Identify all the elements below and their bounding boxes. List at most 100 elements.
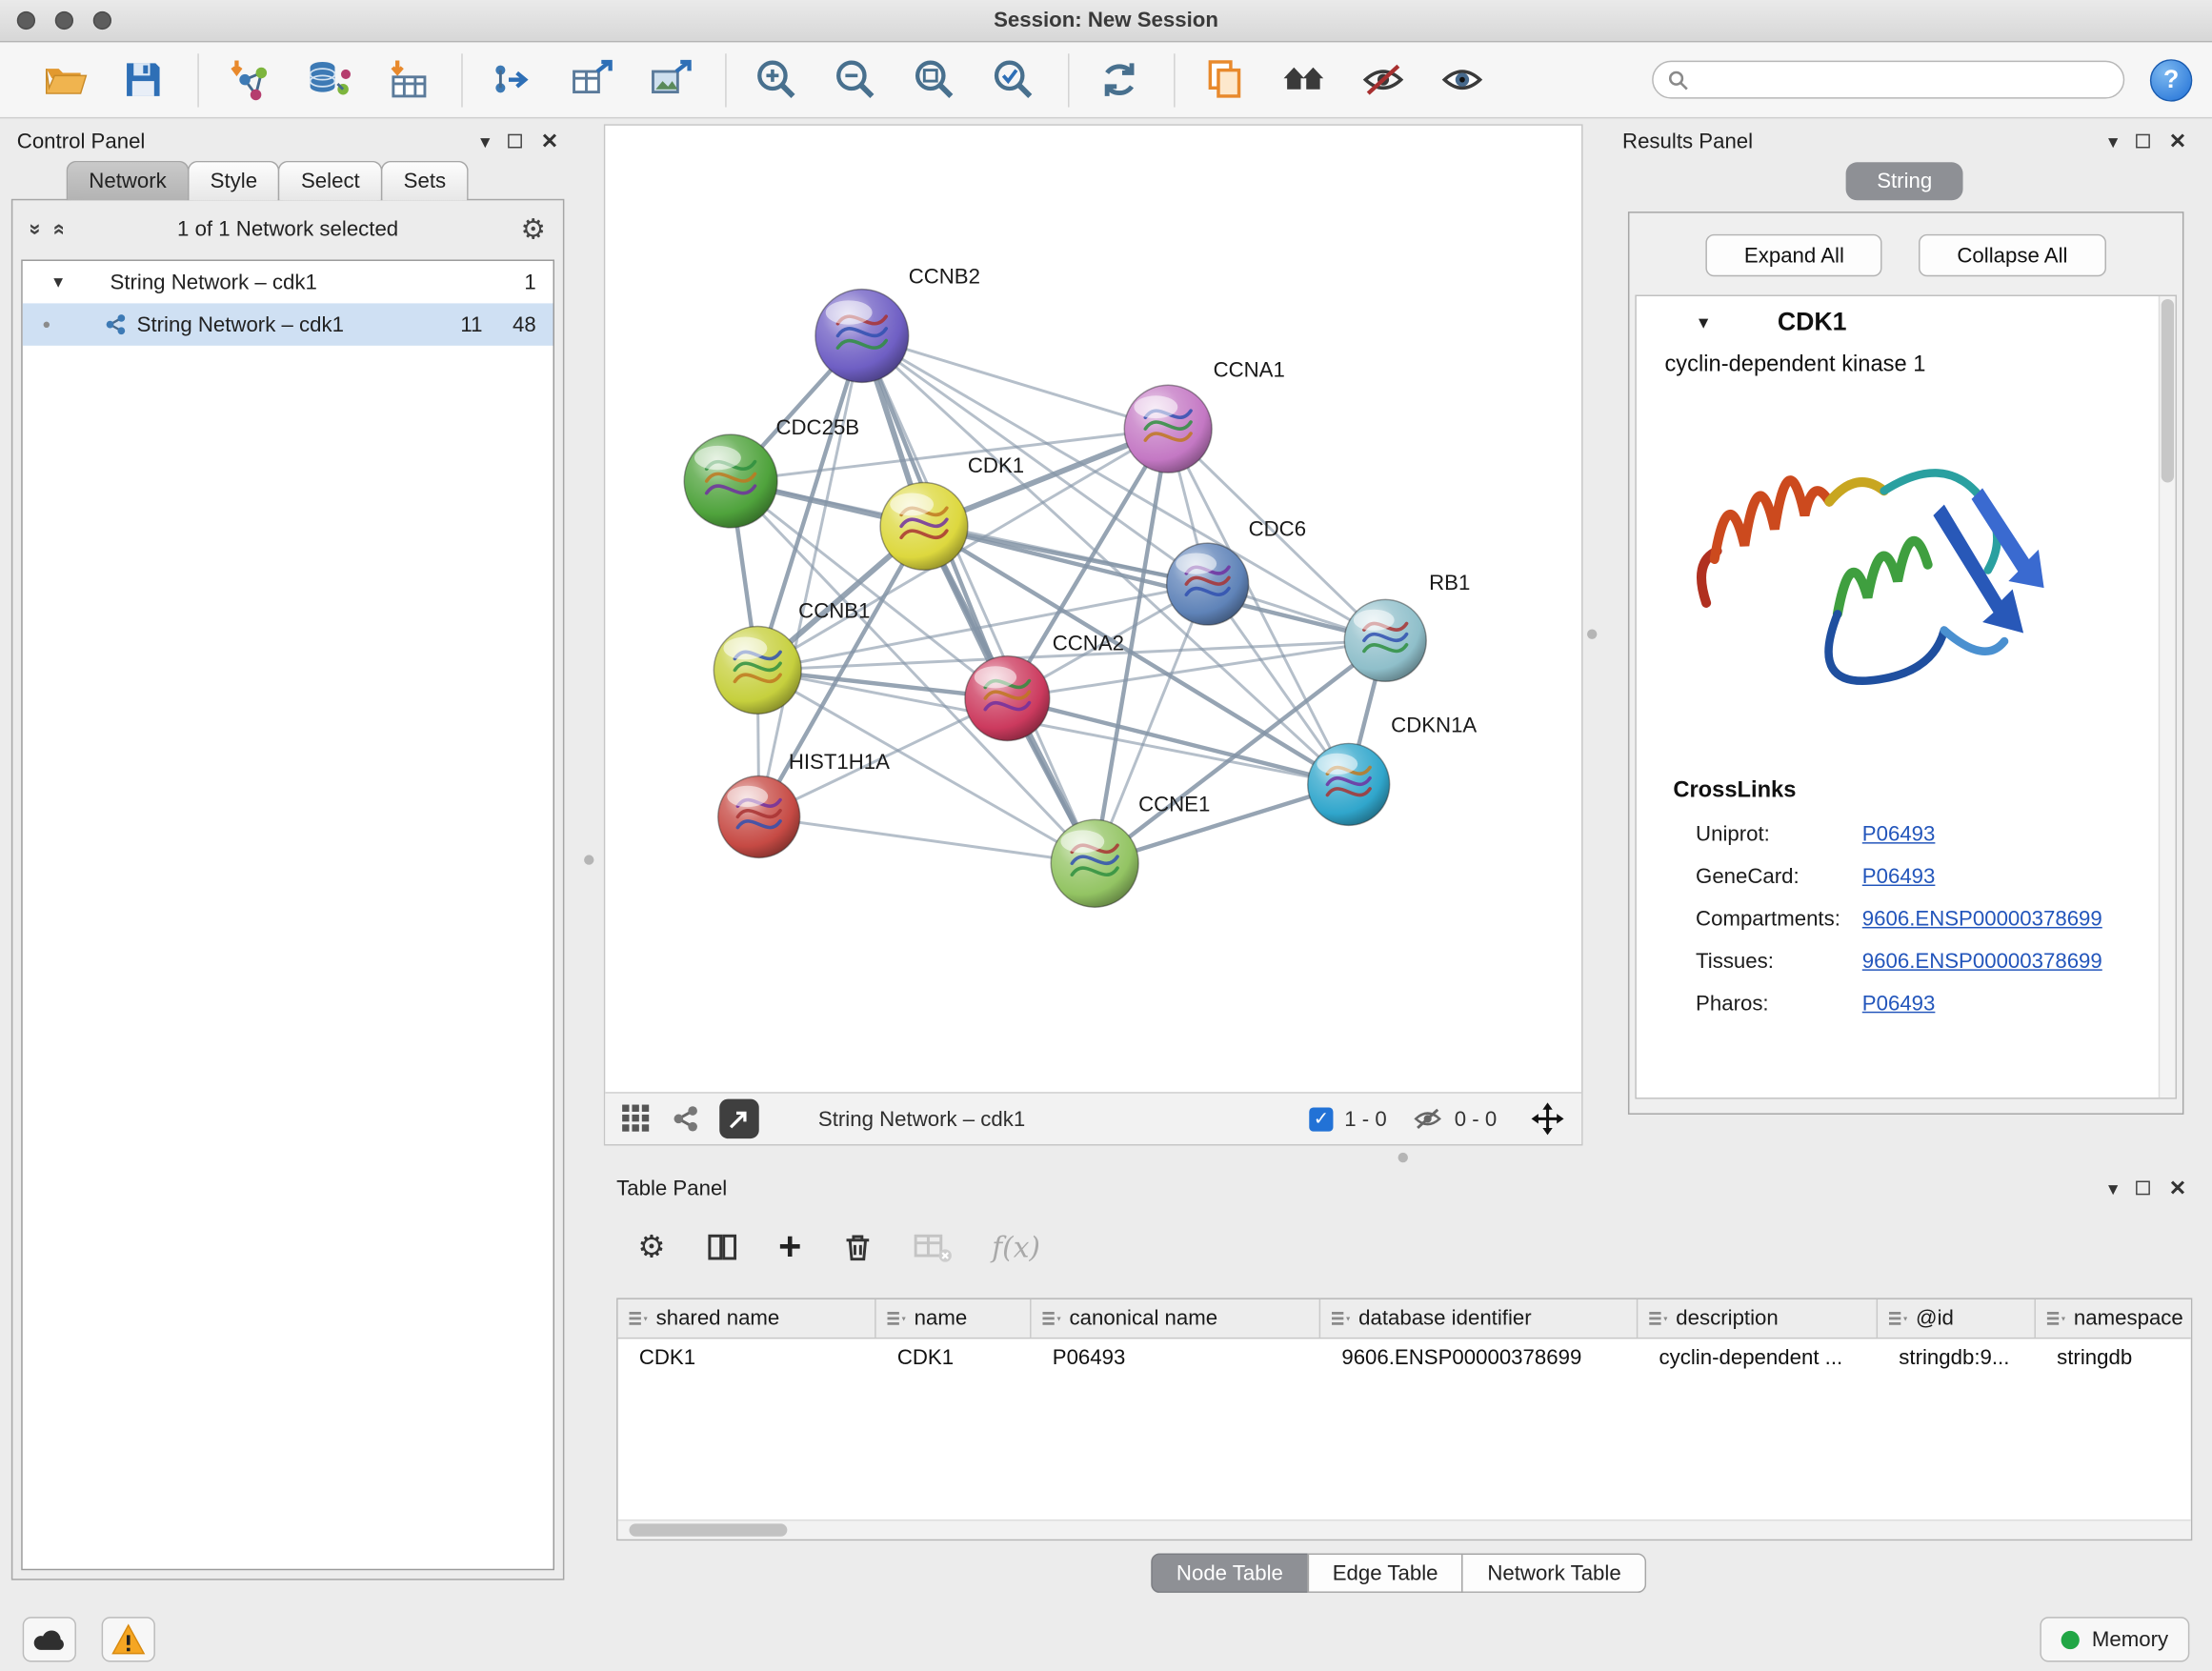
- tab-style[interactable]: Style: [188, 161, 280, 200]
- network-view[interactable]: CCNB2CCNA1CDC25BCDK1CDC6RB1CCNB1CCNA2CDK…: [604, 124, 1583, 1145]
- tab-network-table[interactable]: Network Table: [1462, 1553, 1647, 1592]
- cell-canonical-name[interactable]: P06493: [1032, 1339, 1321, 1378]
- crosslink-link[interactable]: P06493: [1862, 992, 1936, 1016]
- cell-description[interactable]: cyclin-dependent ...: [1638, 1339, 1878, 1378]
- gene-collapse-icon[interactable]: ▾: [1699, 310, 1708, 333]
- table-horizontal-scrollbar[interactable]: [618, 1520, 2191, 1540]
- cell-namespace[interactable]: stringdb: [2036, 1339, 2192, 1378]
- tab-sets[interactable]: Sets: [381, 161, 469, 200]
- zoom-out-icon[interactable]: [828, 53, 881, 107]
- help-icon[interactable]: ?: [2150, 58, 2192, 100]
- horizontal-splitter-handle[interactable]: [1398, 1153, 1408, 1162]
- save-session-icon[interactable]: [115, 53, 169, 107]
- network-node-CCNB1[interactable]: CCNB1: [714, 599, 870, 715]
- cell-database-identifier[interactable]: 9606.ENSP00000378699: [1320, 1339, 1638, 1378]
- pan-mode-icon[interactable]: [1531, 1102, 1565, 1137]
- column-header-shared-name[interactable]: shared name: [618, 1299, 876, 1338]
- export-network-icon[interactable]: [485, 53, 538, 107]
- table-panel-float-icon[interactable]: [2137, 1181, 2151, 1196]
- network-share-icon[interactable]: [672, 1105, 700, 1134]
- cell-id[interactable]: stringdb:9...: [1878, 1339, 2036, 1378]
- open-session-icon[interactable]: [37, 53, 90, 107]
- network-canvas[interactable]: CCNB2CCNA1CDC25BCDK1CDC6RB1CCNB1CCNA2CDK…: [605, 126, 1581, 1094]
- network-node-RB1[interactable]: RB1: [1344, 571, 1470, 681]
- network-node-CDK1[interactable]: CDK1: [880, 453, 1024, 570]
- network-node-CDKN1A[interactable]: CDKN1A: [1308, 714, 1478, 826]
- collapse-all-button[interactable]: Collapse All: [1919, 234, 2105, 276]
- network-edge: [759, 816, 1095, 863]
- control-panel-float-icon[interactable]: [509, 134, 523, 149]
- tab-select[interactable]: Select: [278, 161, 382, 200]
- column-header-namespace[interactable]: namespace: [2036, 1299, 2192, 1338]
- show-columns-icon[interactable]: [705, 1230, 739, 1264]
- expand-all-button[interactable]: Expand All: [1706, 234, 1882, 276]
- string-home-icon[interactable]: [1277, 53, 1330, 107]
- tab-node-table[interactable]: Node Table: [1151, 1553, 1308, 1592]
- table-panel-collapse-icon[interactable]: ▾: [2108, 1178, 2118, 1198]
- column-header-name[interactable]: name: [876, 1299, 1032, 1338]
- birds-eye-view-icon[interactable]: [622, 1104, 652, 1134]
- export-table-icon[interactable]: [564, 53, 617, 107]
- warnings-button[interactable]: [102, 1617, 155, 1661]
- detach-view-button[interactable]: [719, 1099, 758, 1138]
- results-panel-collapse-icon[interactable]: ▾: [2108, 131, 2118, 151]
- eye-slash-icon[interactable]: [1356, 53, 1409, 107]
- results-panel-float-icon[interactable]: [2137, 134, 2151, 149]
- collection-disclosure-icon[interactable]: ▾: [53, 271, 76, 293]
- tab-edge-table[interactable]: Edge Table: [1307, 1553, 1463, 1592]
- network-node-HIST1H1A[interactable]: HIST1H1A: [718, 750, 890, 857]
- tab-network[interactable]: Network: [67, 161, 190, 200]
- table-options-gear-icon[interactable]: ⚙: [637, 1229, 665, 1266]
- right-splitter-handle[interactable]: [1587, 629, 1597, 638]
- search-input[interactable]: [1689, 68, 2109, 91]
- export-image-icon[interactable]: [643, 53, 696, 107]
- zoom-window-button[interactable]: [93, 11, 111, 30]
- zoom-selected-icon[interactable]: [986, 53, 1039, 107]
- table-scrollbar-thumb[interactable]: [629, 1523, 787, 1536]
- add-column-icon[interactable]: +: [778, 1227, 801, 1266]
- cell-name[interactable]: CDK1: [876, 1339, 1032, 1378]
- column-header-id[interactable]: @id: [1878, 1299, 2036, 1338]
- apply-layout-icon[interactable]: [1092, 53, 1145, 107]
- import-network-file-icon[interactable]: [222, 53, 275, 107]
- column-header-description[interactable]: description: [1638, 1299, 1878, 1338]
- hidden-elements-eye-icon[interactable]: [1412, 1103, 1443, 1135]
- tab-string[interactable]: String: [1846, 162, 1963, 200]
- table-row[interactable]: CDK1 CDK1 P06493 9606.ENSP00000378699 cy…: [618, 1339, 2191, 1378]
- selected-nodes-checkbox-icon[interactable]: ✓: [1309, 1107, 1333, 1131]
- delete-column-icon[interactable]: [841, 1230, 875, 1264]
- network-collection-row[interactable]: ▾ String Network – cdk1 1: [23, 261, 553, 303]
- import-network-database-icon[interactable]: [300, 53, 353, 107]
- network-options-gear-icon[interactable]: ⚙: [521, 211, 547, 246]
- network-row[interactable]: ● String Network – cdk1 11 48: [23, 303, 553, 345]
- control-panel-close-icon[interactable]: ✕: [541, 131, 559, 151]
- crosslink-link[interactable]: 9606.ENSP00000378699: [1862, 950, 2102, 974]
- network-node-CCNE1[interactable]: CCNE1: [1051, 793, 1210, 908]
- close-window-button[interactable]: [17, 11, 35, 30]
- column-header-canonical-name[interactable]: canonical name: [1032, 1299, 1321, 1338]
- left-splitter-handle[interactable]: [584, 855, 593, 864]
- results-panel-close-icon[interactable]: ✕: [2169, 131, 2187, 151]
- table-panel-close-icon[interactable]: ✕: [2169, 1178, 2187, 1198]
- crosslink-link[interactable]: P06493: [1862, 822, 1936, 846]
- control-panel-collapse-icon[interactable]: ▾: [480, 131, 490, 151]
- copy-document-icon[interactable]: [1197, 53, 1251, 107]
- results-scrollbar[interactable]: [2159, 296, 2176, 1097]
- column-header-database-identifier[interactable]: database identifier: [1320, 1299, 1638, 1338]
- crosslink-link[interactable]: P06493: [1862, 865, 1936, 889]
- zoom-in-icon[interactable]: [749, 53, 802, 107]
- cell-shared-name[interactable]: CDK1: [618, 1339, 876, 1378]
- expand-all-networks-icon[interactable]: »: [24, 223, 48, 234]
- import-table-icon[interactable]: [379, 53, 432, 107]
- zoom-fit-icon[interactable]: [907, 53, 960, 107]
- minimize-window-button[interactable]: [55, 11, 73, 30]
- search-box[interactable]: [1652, 61, 2124, 99]
- memory-button[interactable]: Memory: [2040, 1617, 2189, 1661]
- network-node-CCNA1[interactable]: CCNA1: [1124, 357, 1285, 473]
- collapse-all-networks-icon[interactable]: »: [47, 223, 70, 234]
- eye-icon[interactable]: [1435, 53, 1488, 107]
- selected-nodes-count: 1 - 0: [1344, 1107, 1386, 1131]
- cloud-status-button[interactable]: [23, 1617, 76, 1661]
- results-scrollbar-thumb[interactable]: [2162, 299, 2174, 483]
- crosslink-link[interactable]: 9606.ENSP00000378699: [1862, 907, 2102, 931]
